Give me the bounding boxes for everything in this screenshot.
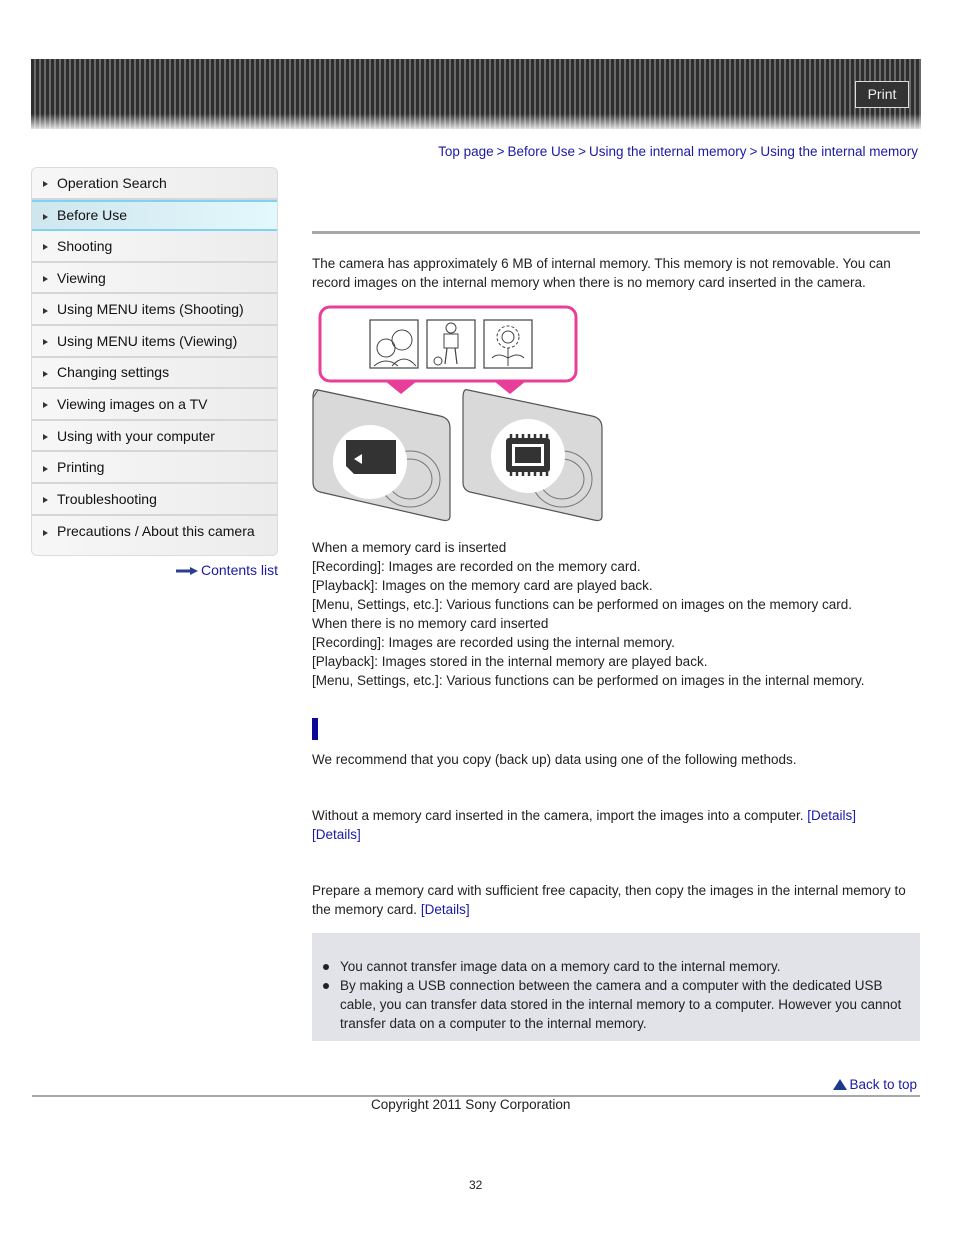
note-text: You cannot transfer image data on a memo…	[340, 959, 781, 974]
mode-line: [Menu, Settings, etc.]: Various function…	[312, 673, 865, 688]
triangle-right-icon	[43, 465, 48, 472]
triangle-right-icon	[43, 402, 48, 409]
sidebar-item-menu-viewing[interactable]: Using MENU items (Viewing)	[32, 326, 277, 358]
back-to-top-link[interactable]: Back to top	[833, 1077, 917, 1092]
sidebar-item-label: Shooting	[57, 237, 113, 254]
contents-list-link[interactable]: Contents list	[176, 562, 278, 578]
note-item: By making a USB connection between the c…	[322, 976, 912, 1033]
sidebar-item-label: Using with your computer	[57, 427, 215, 444]
triangle-right-icon	[43, 181, 48, 188]
mode-line: [Recording]: Images are recorded on the …	[312, 559, 641, 574]
memory-card-icon	[346, 440, 396, 474]
sidebar-item-label: Viewing	[57, 269, 106, 286]
backup-method-copy: Prepare a memory card with sufficient fr…	[312, 881, 922, 919]
breadcrumb-current-page[interactable]: Using the internal memory	[760, 144, 918, 159]
sidebar-item-troubleshooting[interactable]: Troubleshooting	[32, 484, 277, 516]
notes-box: You cannot transfer image data on a memo…	[312, 933, 920, 1041]
sidebar-item-operation-search[interactable]: Operation Search	[32, 168, 277, 200]
memory-illustration	[312, 305, 603, 522]
flower-thumbnail-icon	[483, 319, 533, 369]
mode-line: [Playback]: Images stored in the interna…	[312, 654, 708, 669]
method1-text: Without a memory card inserted in the ca…	[312, 808, 804, 823]
triangle-right-icon	[43, 213, 48, 220]
arrow-right-icon	[176, 567, 198, 576]
sidebar-item-viewing-on-tv[interactable]: Viewing images on a TV	[32, 389, 277, 421]
sidebar-item-label: Viewing images on a TV	[57, 395, 208, 412]
breadcrumb: Top page > Before Use > Using the internal m…	[438, 144, 918, 159]
sidebar-item-label: Using MENU items (Viewing)	[57, 332, 238, 349]
back-to-top-label: Back to top	[849, 1077, 917, 1092]
sidebar-item-viewing[interactable]: Viewing	[32, 263, 277, 295]
sidebar-item-precautions[interactable]: Precautions / About this camera	[32, 516, 277, 548]
camera-with-internal-memory	[462, 389, 603, 522]
triangle-right-icon	[43, 434, 48, 441]
mode-heading-card-inserted: When a memory card is inserted	[312, 540, 507, 555]
sidebar-item-label: Printing	[57, 459, 105, 476]
sidebar-item-label: Troubleshooting	[57, 490, 157, 507]
bullet-icon	[323, 983, 329, 989]
sidebar-item-using-with-computer[interactable]: Using with your computer	[32, 421, 277, 453]
breadcrumb-internal-memory-section[interactable]: Using the internal memory	[589, 144, 747, 159]
print-button[interactable]: Print	[855, 81, 909, 108]
backup-intro: We recommend that you copy (back up) dat…	[312, 752, 797, 767]
intro-paragraph: The camera has approximately 6 MB of int…	[312, 256, 891, 290]
triangle-right-icon	[43, 370, 48, 377]
sidebar-nav: Operation Search Before Use Shooting Vie…	[31, 167, 278, 556]
details-link[interactable]: [Details]	[807, 808, 856, 823]
child-soccer-thumbnail-icon	[426, 319, 476, 369]
sidebar-item-menu-shooting[interactable]: Using MENU items (Shooting)	[32, 294, 277, 326]
triangle-up-icon	[833, 1079, 848, 1090]
sidebar-item-label: Precautions / About this camera	[57, 523, 255, 540]
triangle-right-icon	[43, 339, 48, 346]
breadcrumb-separator: >	[749, 144, 758, 159]
internal-memory-chip-icon	[506, 434, 550, 476]
triangle-right-icon	[43, 244, 48, 251]
sidebar-item-before-use[interactable]: Before Use	[32, 199, 277, 232]
method2-text: Prepare a memory card with sufficient fr…	[312, 883, 906, 917]
backup-method-computer: Without a memory card inserted in the ca…	[312, 806, 922, 844]
details-link[interactable]: [Details]	[312, 827, 361, 842]
sidebar-item-label: Before Use	[57, 207, 128, 224]
sidebar-item-label: Using MENU items (Shooting)	[57, 301, 244, 318]
triangle-right-icon	[43, 307, 48, 314]
callout-pointer-left	[385, 381, 417, 394]
note-text: By making a USB connection between the c…	[340, 978, 902, 1031]
breadcrumb-top-page[interactable]: Top page	[438, 144, 494, 159]
contents-list-label: Contents list	[201, 562, 279, 578]
mode-line: [Playback]: Images on the memory card ar…	[312, 578, 653, 593]
mode-line: [Recording]: Images are recorded using t…	[312, 635, 675, 650]
sidebar-item-printing[interactable]: Printing	[32, 452, 277, 484]
note-item: You cannot transfer image data on a memo…	[322, 957, 912, 976]
copyright: Copyright 2011 Sony Corporation	[371, 1097, 571, 1112]
breadcrumb-before-use[interactable]: Before Use	[508, 144, 576, 159]
sidebar-item-shooting[interactable]: Shooting	[32, 231, 277, 263]
triangle-right-icon	[43, 497, 48, 504]
memory-modes-list: When a memory card is inserted [Recordin…	[312, 538, 922, 690]
mode-heading-no-card: When there is no memory card inserted	[312, 616, 549, 631]
details-link[interactable]: [Details]	[421, 902, 470, 917]
triangle-right-icon	[43, 529, 48, 536]
sidebar-item-label: Changing settings	[57, 364, 170, 381]
page-number: 32	[469, 1178, 483, 1192]
portrait-thumbnail-icon	[369, 319, 419, 369]
sidebar-item-label: Operation Search	[57, 174, 167, 191]
sidebar-item-changing-settings[interactable]: Changing settings	[32, 358, 277, 390]
section-marker	[312, 718, 318, 740]
header-banner	[31, 59, 921, 129]
camera-with-memory-card	[312, 389, 451, 522]
breadcrumb-separator: >	[578, 144, 586, 159]
callout-pointer-right	[494, 381, 526, 394]
triangle-right-icon	[43, 276, 48, 283]
breadcrumb-separator: >	[496, 144, 505, 159]
title-divider	[312, 231, 920, 234]
mode-line: [Menu, Settings, etc.]: Various function…	[312, 597, 853, 612]
bullet-icon	[323, 964, 329, 970]
notes-list: You cannot transfer image data on a memo…	[322, 957, 912, 1033]
